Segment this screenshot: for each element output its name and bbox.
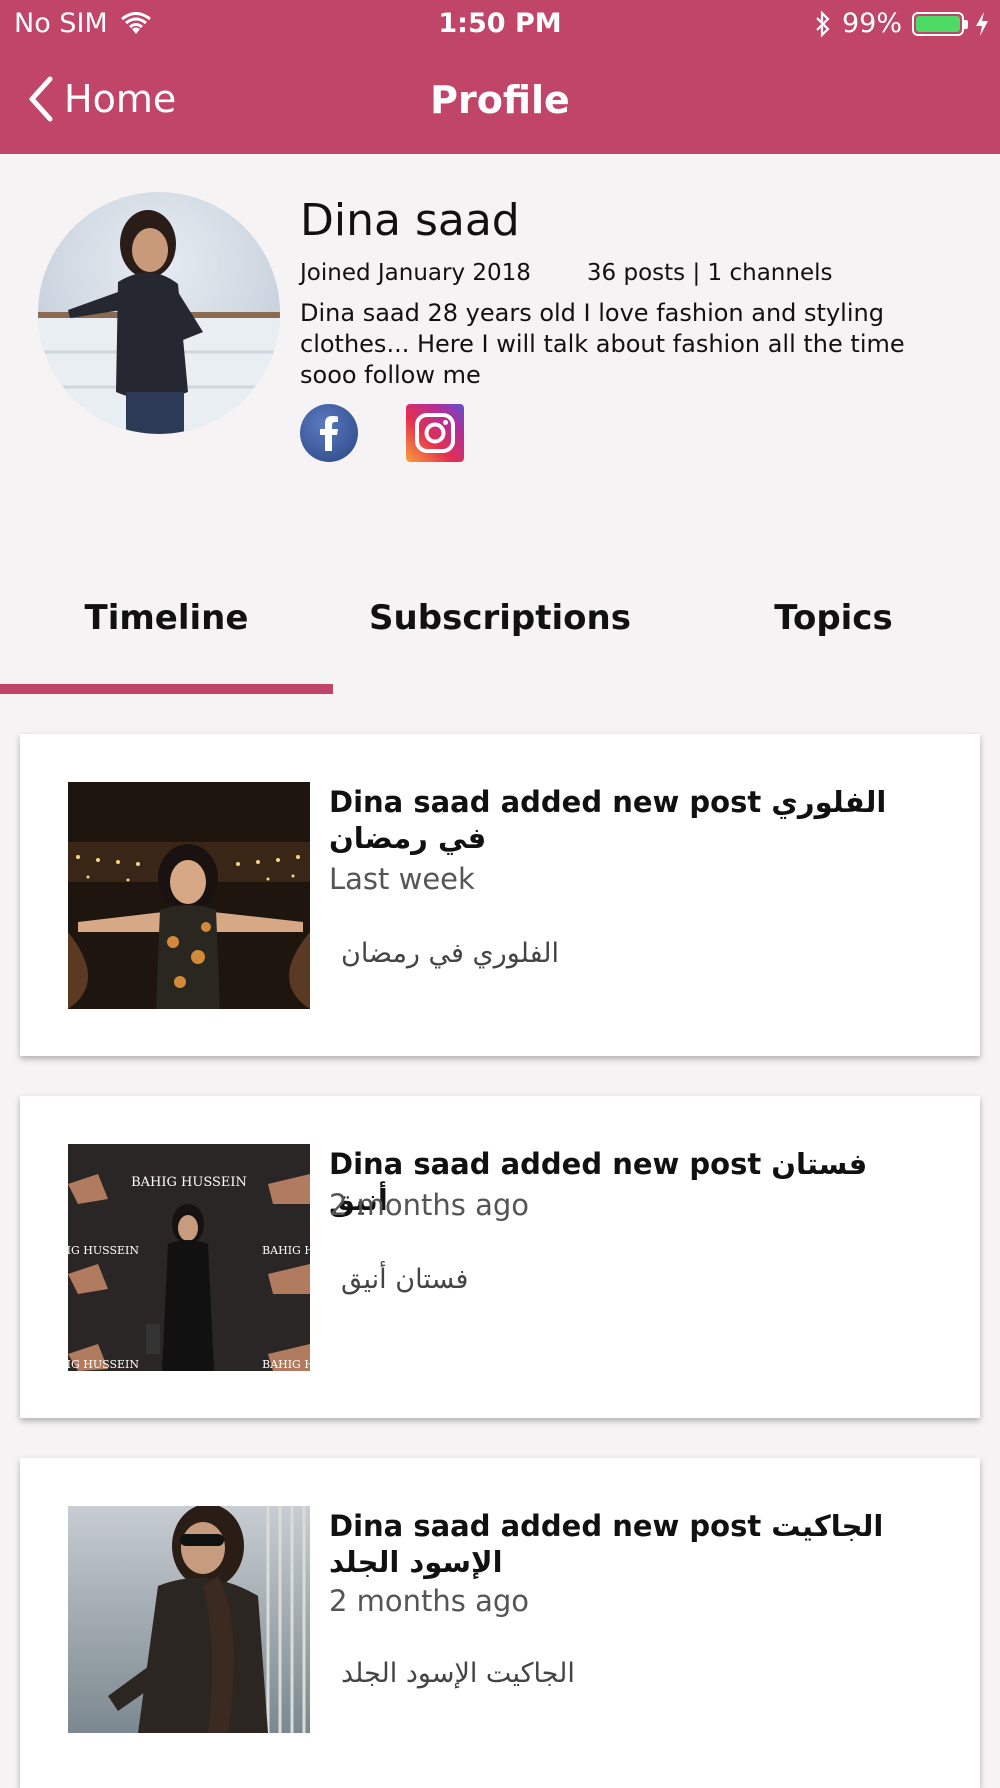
profile-bio: Dina saad 28 years old I love fashion an… (300, 299, 905, 389)
svg-text:BAHIG HUSSEIN: BAHIG HUSSEIN (131, 1175, 247, 1190)
profile-stats: 36 posts | 1 channels (586, 260, 833, 286)
charging-icon (976, 11, 988, 36)
post-tag: الفلوري في رمضان (341, 938, 559, 969)
post-title: Dina saad added new post الفلوري في رمضا… (329, 785, 887, 855)
profile-tabs: Timeline Subscriptions Topics (0, 560, 1000, 696)
svg-text:HIG HUSSEIN: HIG HUSSEIN (68, 1358, 139, 1371)
svg-text:BAHIG H: BAHIG H (262, 1244, 310, 1257)
profile-avatar (38, 192, 280, 434)
post-title: Dina saad added new post الجاكيت الإسود … (329, 1509, 884, 1579)
joined-date: Joined January 2018 (300, 260, 531, 286)
navigation-bar: Home Profile (0, 62, 1000, 142)
timeline-card[interactable]: Dina saad added new post الجاكيت الإسود … (20, 1458, 980, 1788)
top-bar: No SIM 1:50 PM 99% Home Profile (0, 0, 1000, 154)
profile-meta: Joined January 2018 36 posts | 1 channel… (300, 260, 832, 286)
profile-name: Dina saad (300, 195, 520, 246)
battery-percent: 99% (841, 8, 902, 39)
tab-timeline[interactable]: Timeline (0, 598, 333, 638)
post-thumbnail (68, 1506, 310, 1733)
instagram-icon[interactable] (406, 404, 464, 462)
post-time: Last week (329, 862, 475, 896)
battery-icon (912, 11, 968, 36)
timeline-card[interactable]: Dina saad added new post الفلوري في رمضا… (20, 734, 980, 1056)
post-thumbnail (68, 782, 310, 1009)
battery-tip (964, 19, 968, 29)
facebook-icon[interactable] (300, 404, 358, 462)
post-tag: فستان أنيق (341, 1264, 469, 1295)
post-time: 2 months ago (329, 1584, 530, 1618)
tab-subscriptions[interactable]: Subscriptions (333, 598, 667, 638)
svg-text:HIG HUSSEIN: HIG HUSSEIN (68, 1244, 139, 1257)
page-title: Profile (430, 78, 570, 122)
status-bar: No SIM 1:50 PM 99% (0, 0, 1000, 50)
post-tag: الجاكيت الإسود الجلد (341, 1658, 575, 1689)
post-time: 2 months ago (329, 1188, 530, 1222)
bluetooth-icon (816, 9, 830, 38)
avatar-photo (38, 210, 280, 434)
timeline-card[interactable]: BAHIG HUSSEIN HIG HUSSEIN BAHIG H HIG HU… (20, 1096, 980, 1418)
battery-fill (916, 15, 960, 32)
status-right: 99% (814, 8, 990, 39)
active-tab-indicator (0, 684, 333, 694)
post-thumbnail: BAHIG HUSSEIN HIG HUSSEIN BAHIG H HIG HU… (68, 1144, 310, 1371)
svg-text:BAHIG H: BAHIG H (262, 1358, 310, 1371)
tab-topics[interactable]: Topics (667, 598, 1000, 638)
